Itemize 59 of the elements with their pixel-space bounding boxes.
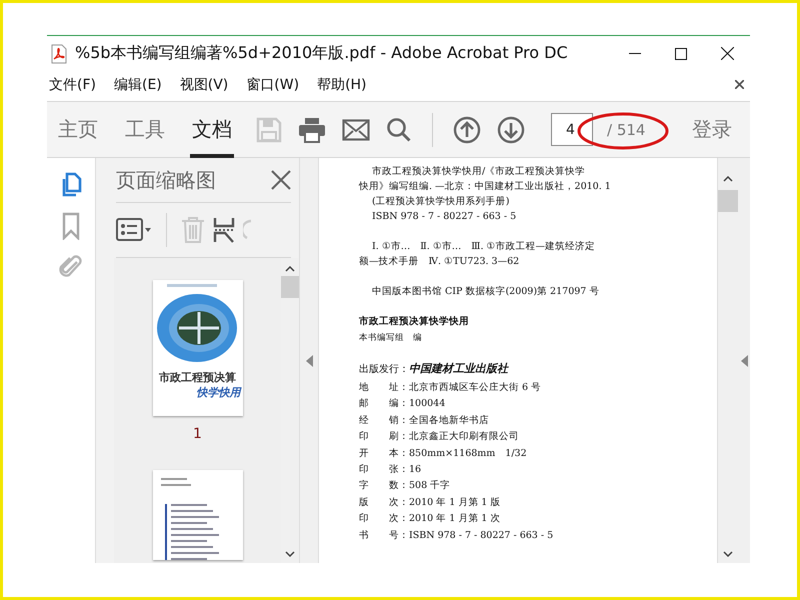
imprint-line: 地 址：北京市西城区车公庄大街 6 号 xyxy=(359,381,542,395)
imprint-line: 开 本：850mm×1168mm 1/32 xyxy=(359,446,528,461)
page-number: 1 xyxy=(193,426,202,442)
next-page-icon[interactable] xyxy=(497,116,525,144)
document-text-line: 市政工程预决算快学快用/《市政工程预决算快学 xyxy=(371,165,586,179)
document-text-line: 本书编写组 编 xyxy=(359,332,423,345)
document-text-line: (工程预决算快学快用系列手册) xyxy=(371,195,510,209)
pdf-file-icon xyxy=(51,44,67,64)
close-icon[interactable] xyxy=(735,80,744,89)
document-text-line: Ⅰ. ①市… Ⅱ. ①市… Ⅲ. ①市政工程—建筑经济定 xyxy=(371,240,596,254)
book-title: 市政工程预决算快学快用 xyxy=(359,314,470,329)
scroll-up-icon[interactable] xyxy=(723,176,733,182)
document-text-line: ISBN 978 - 7 - 80227 - 663 - 5 xyxy=(371,210,518,224)
search-icon[interactable] xyxy=(386,116,412,142)
scroll-down-icon[interactable] xyxy=(285,551,295,557)
paperclip-icon[interactable] xyxy=(58,254,84,280)
document-text-line: 中国版本图书馆 CIP 数据核字(2009)第 217097 号 xyxy=(371,285,600,299)
publisher-line: 出版发行：中国建材工业出版社 xyxy=(359,361,510,377)
imprint-line: 经 销：全国各地新华书店 xyxy=(359,414,490,428)
page-count: / 514 xyxy=(607,120,646,138)
menu-item[interactable]: 帮助(H) xyxy=(315,76,375,94)
scrollbar-thumb[interactable] xyxy=(281,276,299,298)
scroll-down-icon[interactable] xyxy=(723,551,733,557)
panel-title: 页面缩略图 xyxy=(116,166,217,194)
scrollbar-thumb[interactable] xyxy=(718,190,738,212)
collapse-right-icon[interactable] xyxy=(740,354,748,366)
pages-icon[interactable] xyxy=(60,172,82,198)
imprint-line: 邮 编：100044 xyxy=(359,397,446,412)
mail-icon[interactable] xyxy=(342,118,370,140)
login-button[interactable]: 登录 xyxy=(686,115,738,144)
cover-subtitle: 快学快用 xyxy=(196,385,240,400)
imprint-line: 版 次：2010 年 1 月第 1 版 xyxy=(359,496,502,510)
menu-item[interactable]: 编辑(E) xyxy=(112,76,170,94)
imprint-line: 印 次：2010 年 1 月第 1 次 xyxy=(359,512,502,526)
options-menu-icon[interactable] xyxy=(116,218,152,242)
document-text-line: 快用》编写组编. —北京：中国建材工业出版社，2010. 1 xyxy=(359,180,612,194)
imprint-line: 字 数：508 千字 xyxy=(359,479,452,494)
page-number-field[interactable]: 4 xyxy=(551,113,593,146)
collapse-left-icon[interactable] xyxy=(306,354,312,366)
imprint-line: 书 号：ISBN 978 - 7 - 80227 - 663 - 5 xyxy=(359,528,554,543)
imprint-line: 印 张：16 xyxy=(359,462,422,477)
menu-item[interactable]: 窗口(W) xyxy=(244,76,308,94)
page-extract-icon[interactable] xyxy=(213,217,235,243)
close-icon[interactable] xyxy=(720,47,734,60)
window-title: %5b本书编写组编著%5d+2010年版.pdf - Adobe Acrobat Pro DC xyxy=(75,43,569,64)
page-thumbnail[interactable] xyxy=(152,470,242,560)
maximize-icon[interactable] xyxy=(675,48,687,60)
menu-item[interactable]: 文件(F) xyxy=(47,76,104,94)
previous-page-icon[interactable] xyxy=(453,116,481,144)
scroll-up-icon[interactable] xyxy=(285,266,295,272)
toolbar-tab[interactable]: 工具 xyxy=(123,102,167,158)
print-icon[interactable] xyxy=(298,116,326,142)
page-thumbnail[interactable]: 市政工程预决算 快学快用 xyxy=(152,280,242,416)
menu-item[interactable]: 视图(V) xyxy=(178,76,236,94)
document-text-line: 额—技术手册 Ⅳ. ①TU723. 3—62 xyxy=(359,255,520,269)
toolbar-tab[interactable]: 主页 xyxy=(56,102,100,158)
minimize-icon[interactable] xyxy=(629,52,641,54)
cover-title: 市政工程预决算 xyxy=(159,370,236,385)
imprint-line: 印 刷：北京鑫正大印刷有限公司 xyxy=(359,430,520,444)
